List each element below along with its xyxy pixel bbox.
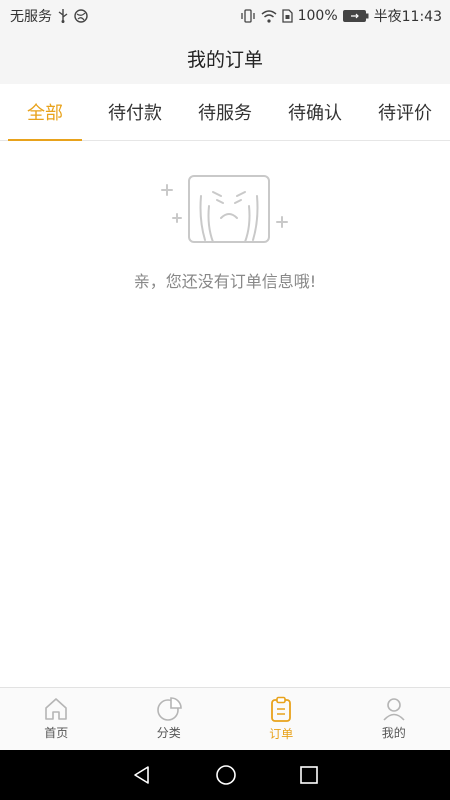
status-bar: 无服务 100% 半夜11:43 [0, 0, 450, 32]
usb-icon [57, 9, 69, 23]
tab-label: 全部 [27, 103, 63, 124]
bottom-nav: 首页 分类 订单 我的 [0, 687, 450, 750]
screen: 无服务 100% 半夜11:43 我的订单 全部 待付款 待服务 待确认 待评价… [0, 0, 450, 800]
tab-label: 待确认 [288, 103, 342, 124]
crying-box-icon [161, 175, 288, 243]
order-tabs: 全部 待付款 待服务 待确认 待评价 [0, 84, 450, 141]
globe-icon [74, 9, 88, 23]
vibrate-icon [240, 9, 256, 23]
clipboard-icon [271, 696, 292, 722]
nav-label: 分类 [156, 726, 181, 740]
tab-label: 待服务 [198, 103, 252, 124]
pie-chart-icon [156, 697, 182, 721]
tab-label: 待付款 [108, 103, 162, 124]
tab-label: 待评价 [378, 103, 432, 124]
system-nav-bar [0, 750, 450, 800]
battery-percent: 100% [297, 8, 338, 24]
page-title: 我的订单 [186, 48, 263, 71]
carrier-label: 无服务 [10, 9, 52, 25]
user-icon [383, 698, 405, 721]
empty-message: 亲，您还没有订单信息哦! [133, 272, 317, 291]
home-circle-icon[interactable] [215, 764, 237, 786]
tab-pending-service[interactable]: 待服务 [180, 84, 270, 140]
tab-pending-confirm[interactable]: 待确认 [270, 84, 360, 140]
clock: 半夜11:43 [373, 9, 442, 25]
nav-label: 首页 [44, 726, 69, 740]
nav-orders[interactable]: 订单 [225, 688, 338, 750]
nav-profile[interactable]: 我的 [338, 688, 450, 750]
battery-charging-icon [342, 9, 369, 23]
wifi-icon [261, 9, 277, 23]
tab-pending-payment[interactable]: 待付款 [90, 84, 180, 140]
back-icon[interactable] [132, 765, 152, 785]
empty-state: 亲，您还没有订单信息哦! [0, 170, 450, 292]
tab-all[interactable]: 全部 [0, 84, 90, 141]
sim-icon [281, 9, 293, 23]
page-header: 我的订单 [0, 32, 450, 84]
nav-label: 我的 [381, 726, 406, 740]
tab-pending-review[interactable]: 待评价 [360, 84, 450, 140]
nav-category[interactable]: 分类 [113, 688, 226, 750]
recents-icon[interactable] [300, 766, 319, 784]
nav-label: 订单 [269, 727, 294, 741]
nav-home[interactable]: 首页 [0, 688, 113, 750]
home-icon [45, 698, 68, 720]
